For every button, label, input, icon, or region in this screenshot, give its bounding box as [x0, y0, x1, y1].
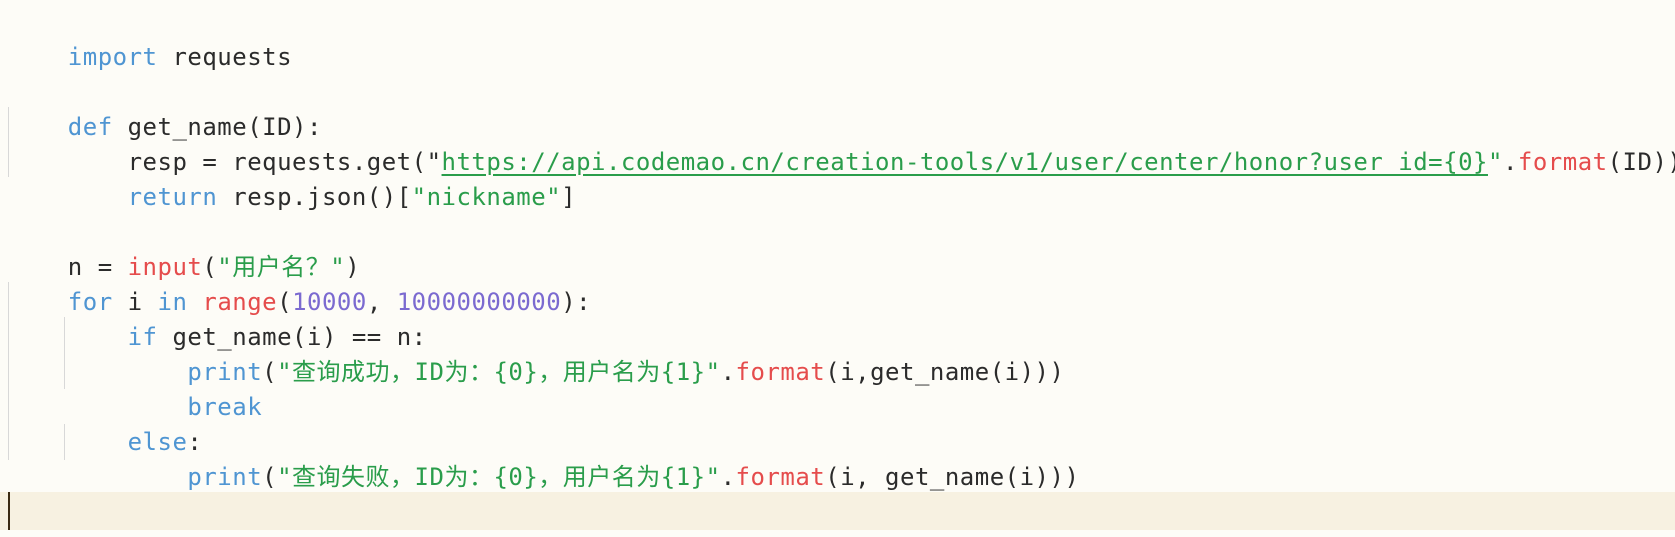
code-token: (i, get_name(i))) [825, 463, 1080, 491]
code-token: . [720, 358, 736, 386]
code-line-9[interactable]: if get_name(i) == n: [8, 282, 427, 351]
builtin-token: format [1517, 148, 1608, 176]
string-token: " [1487, 148, 1503, 176]
code-line-1[interactable]: import requests [8, 2, 292, 71]
string-token: "查询失败，ID为：{0}，用户名为{1}" [277, 463, 721, 491]
string-token: "查询成功，ID为：{0}，用户名为{1}" [277, 358, 721, 386]
code-line-3[interactable]: def get_name(ID): [8, 72, 322, 141]
code-token: requests [157, 43, 293, 71]
builtin-token: format [735, 463, 826, 491]
current-line-highlight [0, 492, 1675, 530]
keyword-token: import [67, 43, 158, 71]
keyword-token: print [187, 463, 263, 491]
code-line-8[interactable]: for i in range(10000, 10000000000): [8, 247, 591, 316]
keyword-token: return [127, 183, 218, 211]
code-token: (i,get_name(i))) [825, 358, 1065, 386]
code-token: ): [561, 288, 592, 316]
code-token: ( [262, 358, 278, 386]
code-line-11[interactable]: break [8, 352, 262, 421]
code-token: resp.json()[ [217, 183, 412, 211]
code-editor[interactable]: import requests def get_name(ID): resp =… [0, 0, 1675, 537]
code-token: . [1502, 148, 1518, 176]
code-line-13[interactable]: print("查询失败，ID为：{0}，用户名为{1}".format(i, g… [8, 422, 1079, 491]
code-token: (ID)) [1607, 148, 1675, 176]
code-token: ( [262, 463, 278, 491]
string-token: "nickname" [411, 183, 562, 211]
url-link[interactable]: https://api.codemao.cn/creation-tools/v1… [442, 148, 1488, 176]
code-token: . [720, 463, 736, 491]
code-line-10[interactable]: print("查询成功，ID为：{0}，用户名为{1}".format(i,ge… [8, 317, 1064, 386]
code-line-12[interactable]: else: [8, 387, 202, 456]
code-line-5[interactable]: return resp.json()["nickname"] [8, 142, 576, 211]
code-line-7[interactable]: n = input("用户名？") [8, 212, 360, 281]
code-line-4[interactable]: resp = requests.get("https://api.codemao… [8, 107, 1675, 176]
builtin-token: format [735, 358, 826, 386]
code-token: ] [561, 183, 577, 211]
